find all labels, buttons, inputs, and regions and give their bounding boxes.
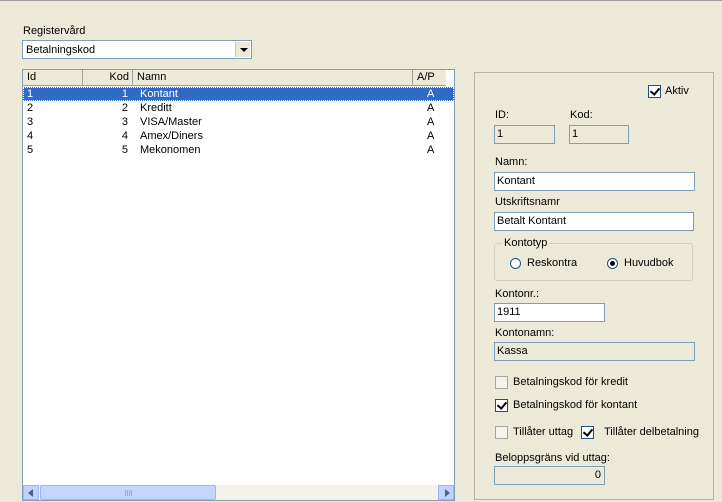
table-row[interactable]: 4 4 Amex/Diners A: [23, 129, 454, 143]
huvudbok-radio[interactable]: [607, 258, 618, 269]
grip-icon: [125, 490, 133, 496]
cell-kod: 5: [121, 144, 128, 156]
list-header: Id Kod Namn A/P: [23, 70, 446, 86]
kontant-checkbox[interactable]: [495, 399, 508, 412]
cell-id: 4: [27, 130, 34, 142]
table-row[interactable]: 1 1 Kontant A: [23, 87, 454, 101]
chevron-down-icon[interactable]: [235, 42, 250, 57]
scroll-left-icon[interactable]: [23, 485, 39, 500]
cell-kod: 3: [121, 116, 128, 128]
horizontal-scrollbar[interactable]: [23, 485, 454, 500]
kontonamn-field: Kassa: [494, 342, 695, 361]
list-rows: 1 1 Kontant A 2 2 Kreditt A 3 3 VISA/Master A 4 4 Amex…: [23, 87, 454, 157]
column-header-namn[interactable]: Namn: [133, 70, 413, 85]
aktiv-label: Aktiv: [665, 85, 689, 97]
cell-ap: A: [427, 144, 435, 156]
table-row[interactable]: 5 5 Mekonomen A: [23, 143, 454, 157]
cell-namn: VISA/Master: [140, 116, 202, 128]
id-label: ID:: [495, 109, 510, 121]
cell-id: 1: [27, 88, 34, 100]
utskriftsnamn-label: Utskriftsnamr: [495, 196, 560, 208]
kredit-label: Betalningskod för kredit: [513, 376, 628, 388]
cell-id: 3: [27, 116, 34, 128]
column-header-kod[interactable]: Kod: [83, 70, 133, 85]
kontotyp-label: Kontotyp: [502, 237, 550, 250]
cell-ap: A: [427, 102, 435, 114]
cell-kod: 4: [121, 130, 128, 142]
table-row[interactable]: 3 3 VISA/Master A: [23, 115, 454, 129]
column-header-ap[interactable]: A/P: [413, 70, 446, 85]
kredit-checkbox[interactable]: [495, 376, 508, 389]
cell-namn: Kreditt: [140, 102, 172, 114]
aktiv-checkbox[interactable]: [648, 85, 661, 98]
belopp-label: Beloppsgräns vid uttag:: [495, 452, 610, 464]
delbetalning-checkbox[interactable]: [581, 426, 594, 439]
kontant-label: Betalningskod för kontant: [513, 399, 638, 411]
huvudbok-label: Huvudbok: [624, 257, 674, 269]
table-row[interactable]: 2 2 Kreditt A: [23, 101, 454, 115]
id-field[interactable]: 1: [494, 125, 555, 144]
kontonamn-label: Kontonamn:: [495, 327, 555, 339]
betalningskod-list[interactable]: Id Kod Namn A/P 1 1 Kontant A 2 2 Kreditt A 3 3 VI…: [22, 69, 455, 501]
utskriftsnamn-field[interactable]: Betalt Kontant: [494, 212, 694, 231]
top-divider: [0, 0, 722, 1]
uttag-checkbox[interactable]: [495, 426, 508, 439]
uttag-label: Tillåter uttag: [513, 426, 574, 438]
registervard-label: Registervård: [23, 25, 86, 37]
reskontra-radio[interactable]: [510, 258, 521, 269]
scroll-thumb[interactable]: [40, 485, 216, 500]
cell-id: 5: [27, 144, 34, 156]
reskontra-label: Reskontra: [527, 257, 578, 269]
cell-namn: Mekonomen: [140, 144, 201, 156]
namn-field[interactable]: Kontant: [494, 172, 695, 191]
kod-field[interactable]: 1: [569, 125, 629, 144]
registervard-select[interactable]: Betalningskod: [22, 40, 252, 59]
cell-ap: A: [427, 116, 435, 128]
cell-kod: 1: [121, 88, 128, 100]
kontonr-field[interactable]: 1911: [494, 303, 605, 322]
cell-ap: A: [427, 88, 435, 100]
scroll-right-icon[interactable]: [438, 485, 454, 500]
cell-namn: Kontant: [140, 88, 178, 100]
delbetalning-label: Tillåter delbetalning: [604, 426, 699, 438]
cell-kod: 2: [121, 102, 128, 114]
kontonr-label: Kontonr.:: [495, 288, 540, 300]
belopp-field: 0: [494, 466, 605, 485]
cell-id: 2: [27, 102, 34, 114]
cell-namn: Amex/Diners: [140, 130, 203, 142]
namn-label: Namn:: [495, 156, 528, 168]
cell-ap: A: [427, 130, 435, 142]
kod-label: Kod:: [570, 109, 593, 121]
registervard-value: Betalningskod: [26, 44, 96, 56]
column-header-id[interactable]: Id: [23, 70, 83, 85]
